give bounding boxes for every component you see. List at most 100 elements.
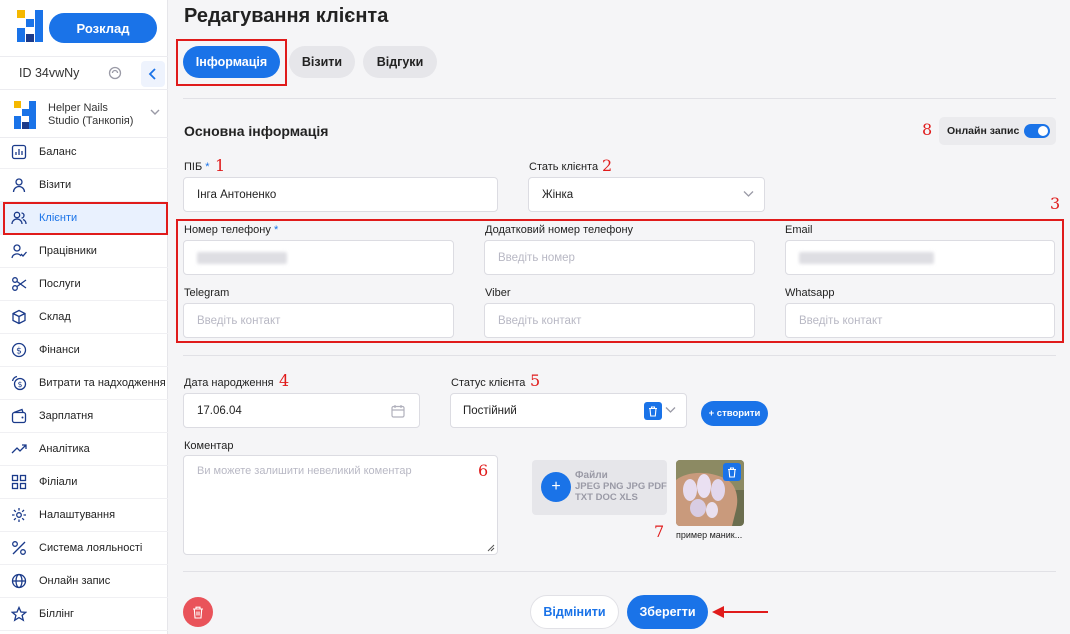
annotation-1: 1 xyxy=(215,156,226,175)
sidebar-item-branches[interactable]: Філіали xyxy=(0,466,168,499)
sidebar-item-staff[interactable]: Працівники xyxy=(0,235,168,268)
delete-file-button[interactable] xyxy=(723,463,741,481)
sidebar-item-label: Візити xyxy=(39,179,72,191)
divider xyxy=(183,355,1056,356)
staff-icon xyxy=(11,244,27,259)
upload-formats: JPEG PNG JPG PDF xyxy=(575,481,667,492)
phone-field[interactable] xyxy=(183,240,454,275)
gender-select[interactable]: Жінка xyxy=(528,177,765,212)
tab-visits[interactable]: Візити xyxy=(289,46,355,78)
arrow-annotation-icon xyxy=(712,606,768,618)
studio-logo-icon xyxy=(14,100,36,129)
calendar-icon[interactable] xyxy=(391,404,405,418)
telegram-label: Telegram xyxy=(184,287,230,299)
sidebar-item-label: Баланс xyxy=(39,146,77,158)
annotation-4: 4 xyxy=(279,371,290,390)
chart-icon xyxy=(11,144,27,160)
whatsapp-field[interactable]: Введіть контакт xyxy=(785,303,1055,338)
schedule-button[interactable]: Розклад xyxy=(49,13,157,43)
annotation-7: 7 xyxy=(654,522,665,541)
studio-name: Helper Nails Studio (Танкопія) xyxy=(48,101,134,127)
divider xyxy=(183,571,1056,572)
cancel-button[interactable]: Відмінити xyxy=(530,595,619,629)
studio-selector[interactable]: Helper Nails Studio (Танкопія) xyxy=(0,92,168,138)
globe-icon xyxy=(11,573,27,589)
sidebar-item-label: Послуги xyxy=(39,278,81,290)
percent-icon xyxy=(12,541,26,555)
highlight-box-tab xyxy=(176,39,287,86)
scissors-icon xyxy=(12,277,27,291)
sidebar-item-label: Аналітика xyxy=(39,443,90,455)
sidebar-item-billing[interactable]: Біллінг xyxy=(0,598,168,631)
svg-text:$: $ xyxy=(18,380,23,389)
clear-status-button[interactable] xyxy=(644,402,662,420)
sidebar-item-salary[interactable]: Зарплатня xyxy=(0,400,168,433)
resize-handle-icon[interactable] xyxy=(487,544,495,552)
file-upload-area[interactable]: + Файли JPEG PNG JPG PDF TXT DOC XLS xyxy=(532,460,667,515)
status-value: Постійний xyxy=(463,404,517,417)
svg-text:$: $ xyxy=(16,347,22,357)
sidebar-item-balance[interactable]: Баланс xyxy=(0,136,168,169)
section-title: Основна інформація xyxy=(184,123,329,139)
delete-client-button[interactable] xyxy=(183,597,213,627)
extra-phone-field[interactable]: Введіть номер xyxy=(484,240,755,275)
tab-reviews[interactable]: Відгуки xyxy=(363,46,437,78)
sidebar-item-settings[interactable]: Налаштування xyxy=(0,499,168,532)
trash-icon xyxy=(649,405,657,417)
sidebar-item-loyalty[interactable]: Система лояльності xyxy=(0,532,168,565)
user-icon xyxy=(12,178,26,193)
sidebar-item-expenses[interactable]: $ Витрати та надходження xyxy=(0,367,168,400)
trash-icon xyxy=(193,606,203,619)
file-thumbnail[interactable] xyxy=(676,460,744,526)
sidebar-item-label: Онлайн запис xyxy=(39,575,111,587)
extra-phone-label: Додатковий номер телефону xyxy=(485,224,634,236)
online-booking-toggle[interactable] xyxy=(1024,124,1050,138)
email-field[interactable] xyxy=(785,240,1055,275)
chevron-down-icon xyxy=(665,407,676,413)
birthday-label: Дата народження xyxy=(184,377,274,389)
status-select[interactable]: Постійний xyxy=(450,393,687,428)
telegram-field[interactable]: Введіть контакт xyxy=(183,303,454,338)
box-icon xyxy=(12,309,26,325)
sidebar-item-online-booking[interactable]: Онлайн запис xyxy=(0,565,168,598)
annotation-8: 8 xyxy=(922,120,933,139)
sidebar-item-visits[interactable]: Візити xyxy=(0,169,168,202)
highlight-box-clients xyxy=(3,202,168,235)
star-icon xyxy=(11,606,27,622)
email-label: Email xyxy=(785,224,813,236)
save-button[interactable]: Зберегти xyxy=(627,595,708,629)
chevron-down-icon xyxy=(743,191,754,197)
plus-icon: + xyxy=(541,472,571,502)
name-label: ПІБ * xyxy=(184,161,210,173)
comment-label: Коментар xyxy=(184,440,234,452)
upload-formats-2: TXT DOC XLS xyxy=(575,492,638,503)
phone-label: Номер телефону * xyxy=(184,224,279,236)
chevron-left-icon xyxy=(148,68,156,80)
birthday-field[interactable]: 17.06.04 xyxy=(183,393,420,428)
app-logo-icon xyxy=(17,10,43,42)
sidebar-item-warehouse[interactable]: Склад xyxy=(0,301,168,334)
sidebar-item-finance[interactable]: $ Фінанси xyxy=(0,334,168,367)
status-label: Статус клієнта xyxy=(451,377,526,389)
chevron-down-icon xyxy=(150,109,160,115)
account-id-row: ID 34vwNy xyxy=(0,56,168,90)
copy-icon[interactable] xyxy=(108,66,122,80)
viber-field[interactable]: Введіть контакт xyxy=(484,303,755,338)
gender-label: Стать клієнта xyxy=(529,161,599,173)
sidebar-item-label: Фінанси xyxy=(39,344,80,356)
online-booking-label: Онлайн запис xyxy=(947,125,1020,137)
name-field[interactable]: Інга Антоненко xyxy=(183,177,498,212)
collapse-sidebar-button[interactable] xyxy=(141,61,165,87)
sidebar-item-label: Витрати та надходження xyxy=(39,377,166,389)
divider xyxy=(183,98,1056,99)
create-status-button[interactable]: + створити xyxy=(701,401,768,426)
online-booking-toggle-box[interactable]: Онлайн запис xyxy=(939,117,1056,145)
annotation-6: 6 xyxy=(478,461,489,480)
sidebar: Розклад ID 34vwNy Helper Nails Studio (Т… xyxy=(0,0,168,634)
comment-field[interactable]: Ви можете залишити невеликий коментар xyxy=(183,455,498,555)
sidebar-item-analytics[interactable]: Аналітика xyxy=(0,433,168,466)
sidebar-item-services[interactable]: Послуги xyxy=(0,268,168,301)
gender-value: Жінка xyxy=(542,188,574,201)
whatsapp-label: Whatsapp xyxy=(785,287,835,299)
grid-icon xyxy=(11,474,27,490)
